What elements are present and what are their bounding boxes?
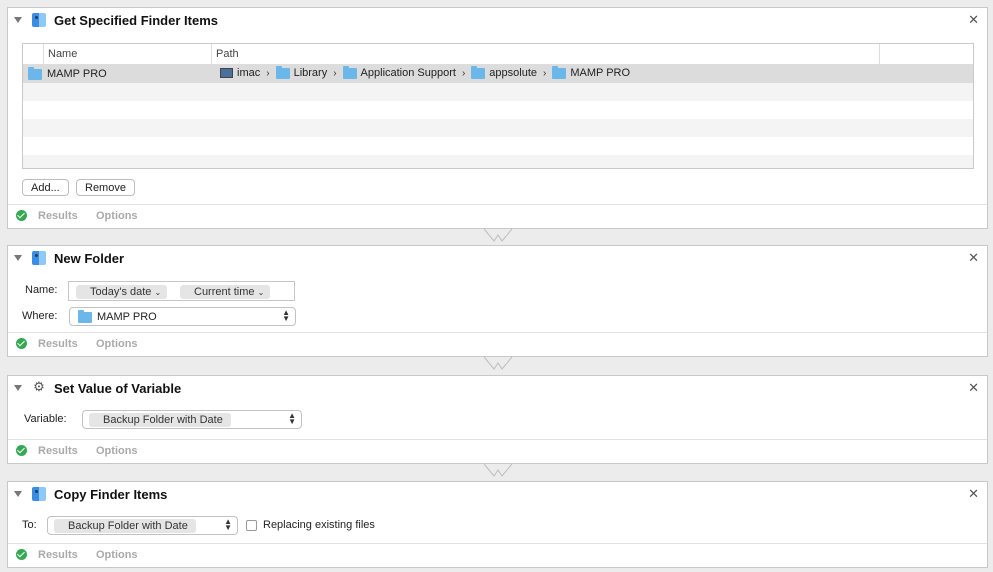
chevron-right-icon: › [461, 67, 466, 79]
results-tab[interactable]: Results [38, 338, 78, 350]
chevron-down-icon: ⌄ [257, 288, 265, 297]
action-header: Get Specified Finder Items ✕ [8, 8, 987, 32]
path-segment: imac [237, 67, 261, 80]
path-segment: Library [293, 67, 328, 80]
variable-label: Variable: [24, 413, 67, 425]
chevron-down-icon: ⌄ [154, 288, 162, 297]
action-title: New Folder [54, 251, 125, 266]
token-label: Current time [194, 286, 255, 298]
disclosure-triangle-icon[interactable] [14, 385, 22, 391]
results-tab[interactable]: Results [38, 445, 78, 457]
action-connector [484, 463, 512, 477]
name-token-field[interactable]: Today's date ⌄ Current time ⌄ [68, 281, 295, 301]
table-row[interactable]: MAMP PRO imac › Library › Application Suppor… [23, 65, 973, 83]
where-popup[interactable]: MAMP PRO ▲ ▼ [69, 307, 296, 326]
path-segment: MAMP PRO [570, 67, 631, 80]
folder-icon [552, 65, 567, 79]
time-token[interactable]: Current time ⌄ [180, 285, 271, 299]
path-segment: Application Support [360, 67, 456, 80]
token-label: Today's date [90, 286, 152, 298]
library-folder-icon [275, 65, 290, 79]
table-row-empty [23, 83, 973, 101]
disclosure-triangle-icon[interactable] [14, 17, 22, 23]
column-separator [879, 44, 880, 64]
to-label: To: [22, 519, 37, 531]
close-icon[interactable]: ✕ [968, 12, 979, 28]
date-token[interactable]: Today's date ⌄ [76, 285, 168, 299]
replace-existing-label: Replacing existing files [263, 519, 375, 531]
chevron-right-icon: › [333, 67, 337, 79]
options-tab[interactable]: Options [96, 338, 138, 350]
action-header: ⚙ Set Value of Variable ✕ [8, 376, 987, 400]
action-title: Get Specified Finder Items [54, 13, 218, 28]
checkmark-circle-icon [16, 210, 27, 221]
table-row-empty [23, 137, 973, 155]
chevron-right-icon: › [266, 67, 270, 79]
action-title: Copy Finder Items [54, 487, 168, 502]
disclosure-triangle-icon[interactable] [14, 255, 22, 261]
finder-icon [32, 487, 46, 501]
variable-popup[interactable]: Backup Folder with Date ▲ ▼ [82, 410, 302, 429]
folder-icon [78, 310, 92, 323]
where-value: MAMP PRO [97, 311, 157, 323]
action-footer: Results Options [8, 439, 987, 463]
action-header: Copy Finder Items ✕ [8, 482, 987, 506]
finder-icon [32, 251, 46, 265]
popup-arrows-icon: ▲ ▼ [282, 308, 290, 323]
name-label: Name: [25, 284, 58, 296]
options-tab[interactable]: Options [96, 445, 138, 457]
close-icon[interactable]: ✕ [968, 380, 979, 396]
column-header-path[interactable]: Path [216, 48, 239, 60]
close-icon[interactable]: ✕ [968, 250, 979, 266]
replace-existing-checkbox[interactable] [246, 520, 257, 531]
to-token: Backup Folder with Date [54, 519, 196, 533]
action-footer: Results Options [8, 204, 987, 228]
path-breadcrumb: imac › Library › Application Support › appsolu… [220, 65, 631, 80]
path-segment: appsolute [489, 67, 538, 80]
popup-arrows-icon: ▲ ▼ [224, 517, 232, 532]
action-title: Set Value of Variable [54, 381, 182, 396]
chevron-right-icon: › [543, 67, 547, 79]
action-get-specified-finder-items: Get Specified Finder Items ✕ Name Path M… [7, 7, 988, 229]
remove-button[interactable]: Remove [76, 179, 135, 196]
to-popup[interactable]: Backup Folder with Date ▲ ▼ [47, 516, 238, 535]
popup-arrows-icon: ▲ ▼ [288, 411, 296, 426]
finder-items-table[interactable]: Name Path MAMP PRO imac › Library › Applicat… [22, 43, 974, 169]
variable-token: Backup Folder with Date [89, 413, 231, 427]
add-button[interactable]: Add... [22, 179, 69, 196]
checkmark-circle-icon [16, 445, 27, 456]
action-new-folder: New Folder ✕ Name: Today's date ⌄ Curren… [7, 245, 988, 357]
disclosure-triangle-icon[interactable] [14, 491, 22, 497]
checkmark-circle-icon [16, 549, 27, 560]
action-copy-finder-items: Copy Finder Items ✕ To: Backup Folder wi… [7, 481, 988, 568]
folder-icon [28, 67, 42, 80]
action-connector [484, 228, 512, 242]
table-row-empty [23, 101, 973, 119]
action-footer: Results Options [8, 543, 987, 567]
folder-icon [342, 65, 357, 79]
table-row-empty [23, 119, 973, 137]
close-icon[interactable]: ✕ [968, 486, 979, 502]
finder-icon [32, 13, 46, 27]
action-set-value-of-variable: ⚙ Set Value of Variable ✕ Variable: Back… [7, 375, 988, 464]
variable-wand-icon: ⚙ [33, 379, 45, 394]
imac-computer-icon [220, 68, 233, 79]
folder-icon [471, 65, 486, 79]
row-name: MAMP PRO [47, 68, 107, 80]
column-header-name[interactable]: Name [48, 48, 77, 60]
results-tab[interactable]: Results [38, 549, 78, 561]
column-separator [211, 44, 212, 64]
options-tab[interactable]: Options [96, 210, 138, 222]
action-footer: Results Options [8, 332, 987, 356]
table-row-empty [23, 155, 973, 168]
action-header: New Folder ✕ [8, 246, 987, 270]
table-header: Name Path [23, 44, 973, 65]
column-separator [43, 44, 44, 64]
action-connector [484, 356, 512, 370]
checkmark-circle-icon [16, 338, 27, 349]
options-tab[interactable]: Options [96, 549, 138, 561]
results-tab[interactable]: Results [38, 210, 78, 222]
where-label: Where: [22, 310, 58, 322]
